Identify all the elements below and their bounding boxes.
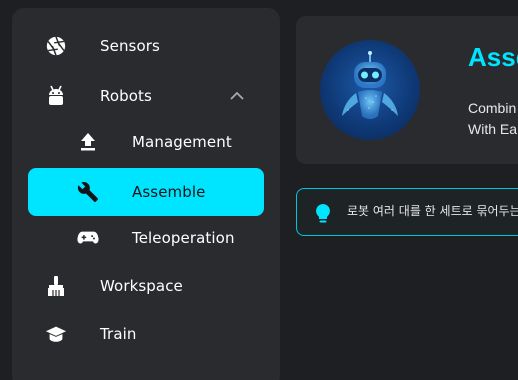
page-description: Combin With Ea [468, 98, 517, 140]
description-line: Combin [468, 100, 517, 116]
wrench-icon [76, 180, 100, 204]
android-icon [44, 84, 68, 108]
sidebar-item-label: Assemble [132, 183, 206, 201]
page-title: Asse [468, 42, 518, 72]
tip-banner: 로봇 여러 대를 한 세트로 묶어두는 [296, 188, 518, 236]
sidebar-item-teleoperation[interactable]: Teleoperation [28, 214, 264, 262]
graduation-cap-icon [44, 322, 68, 346]
robot-icon [320, 40, 420, 140]
aperture-icon [44, 34, 68, 58]
sidebar-item-label: Management [132, 133, 232, 151]
sidebar-item-label: Workspace [100, 277, 183, 295]
sidebar-item-workspace[interactable]: Workspace [28, 262, 264, 310]
sidebar-item-label: Teleoperation [132, 229, 235, 247]
lightbulb-icon [313, 203, 333, 223]
gamepad-icon [76, 226, 100, 250]
sidebar-item-sensors[interactable]: Sensors [28, 22, 264, 70]
sidebar-item-management[interactable]: Management [28, 118, 264, 166]
tip-text: 로봇 여러 대를 한 세트로 묶어두는 [347, 204, 518, 218]
sidebar-item-label: Train [100, 325, 137, 343]
sidebar-item-label: Sensors [100, 37, 160, 55]
info-card: Asse Combin With Ea [296, 16, 518, 164]
chevron-up-icon[interactable] [228, 87, 246, 105]
broom-icon [44, 274, 68, 298]
sidebar: Sensors Robots Management Assemble Teleo… [12, 8, 280, 380]
upload-icon [76, 130, 100, 154]
sidebar-item-robots[interactable]: Robots [28, 72, 264, 120]
sidebar-item-train[interactable]: Train [28, 310, 264, 358]
description-line: With Ea [468, 121, 518, 137]
sidebar-item-assemble[interactable]: Assemble [28, 168, 264, 216]
sidebar-item-label: Robots [100, 87, 152, 105]
